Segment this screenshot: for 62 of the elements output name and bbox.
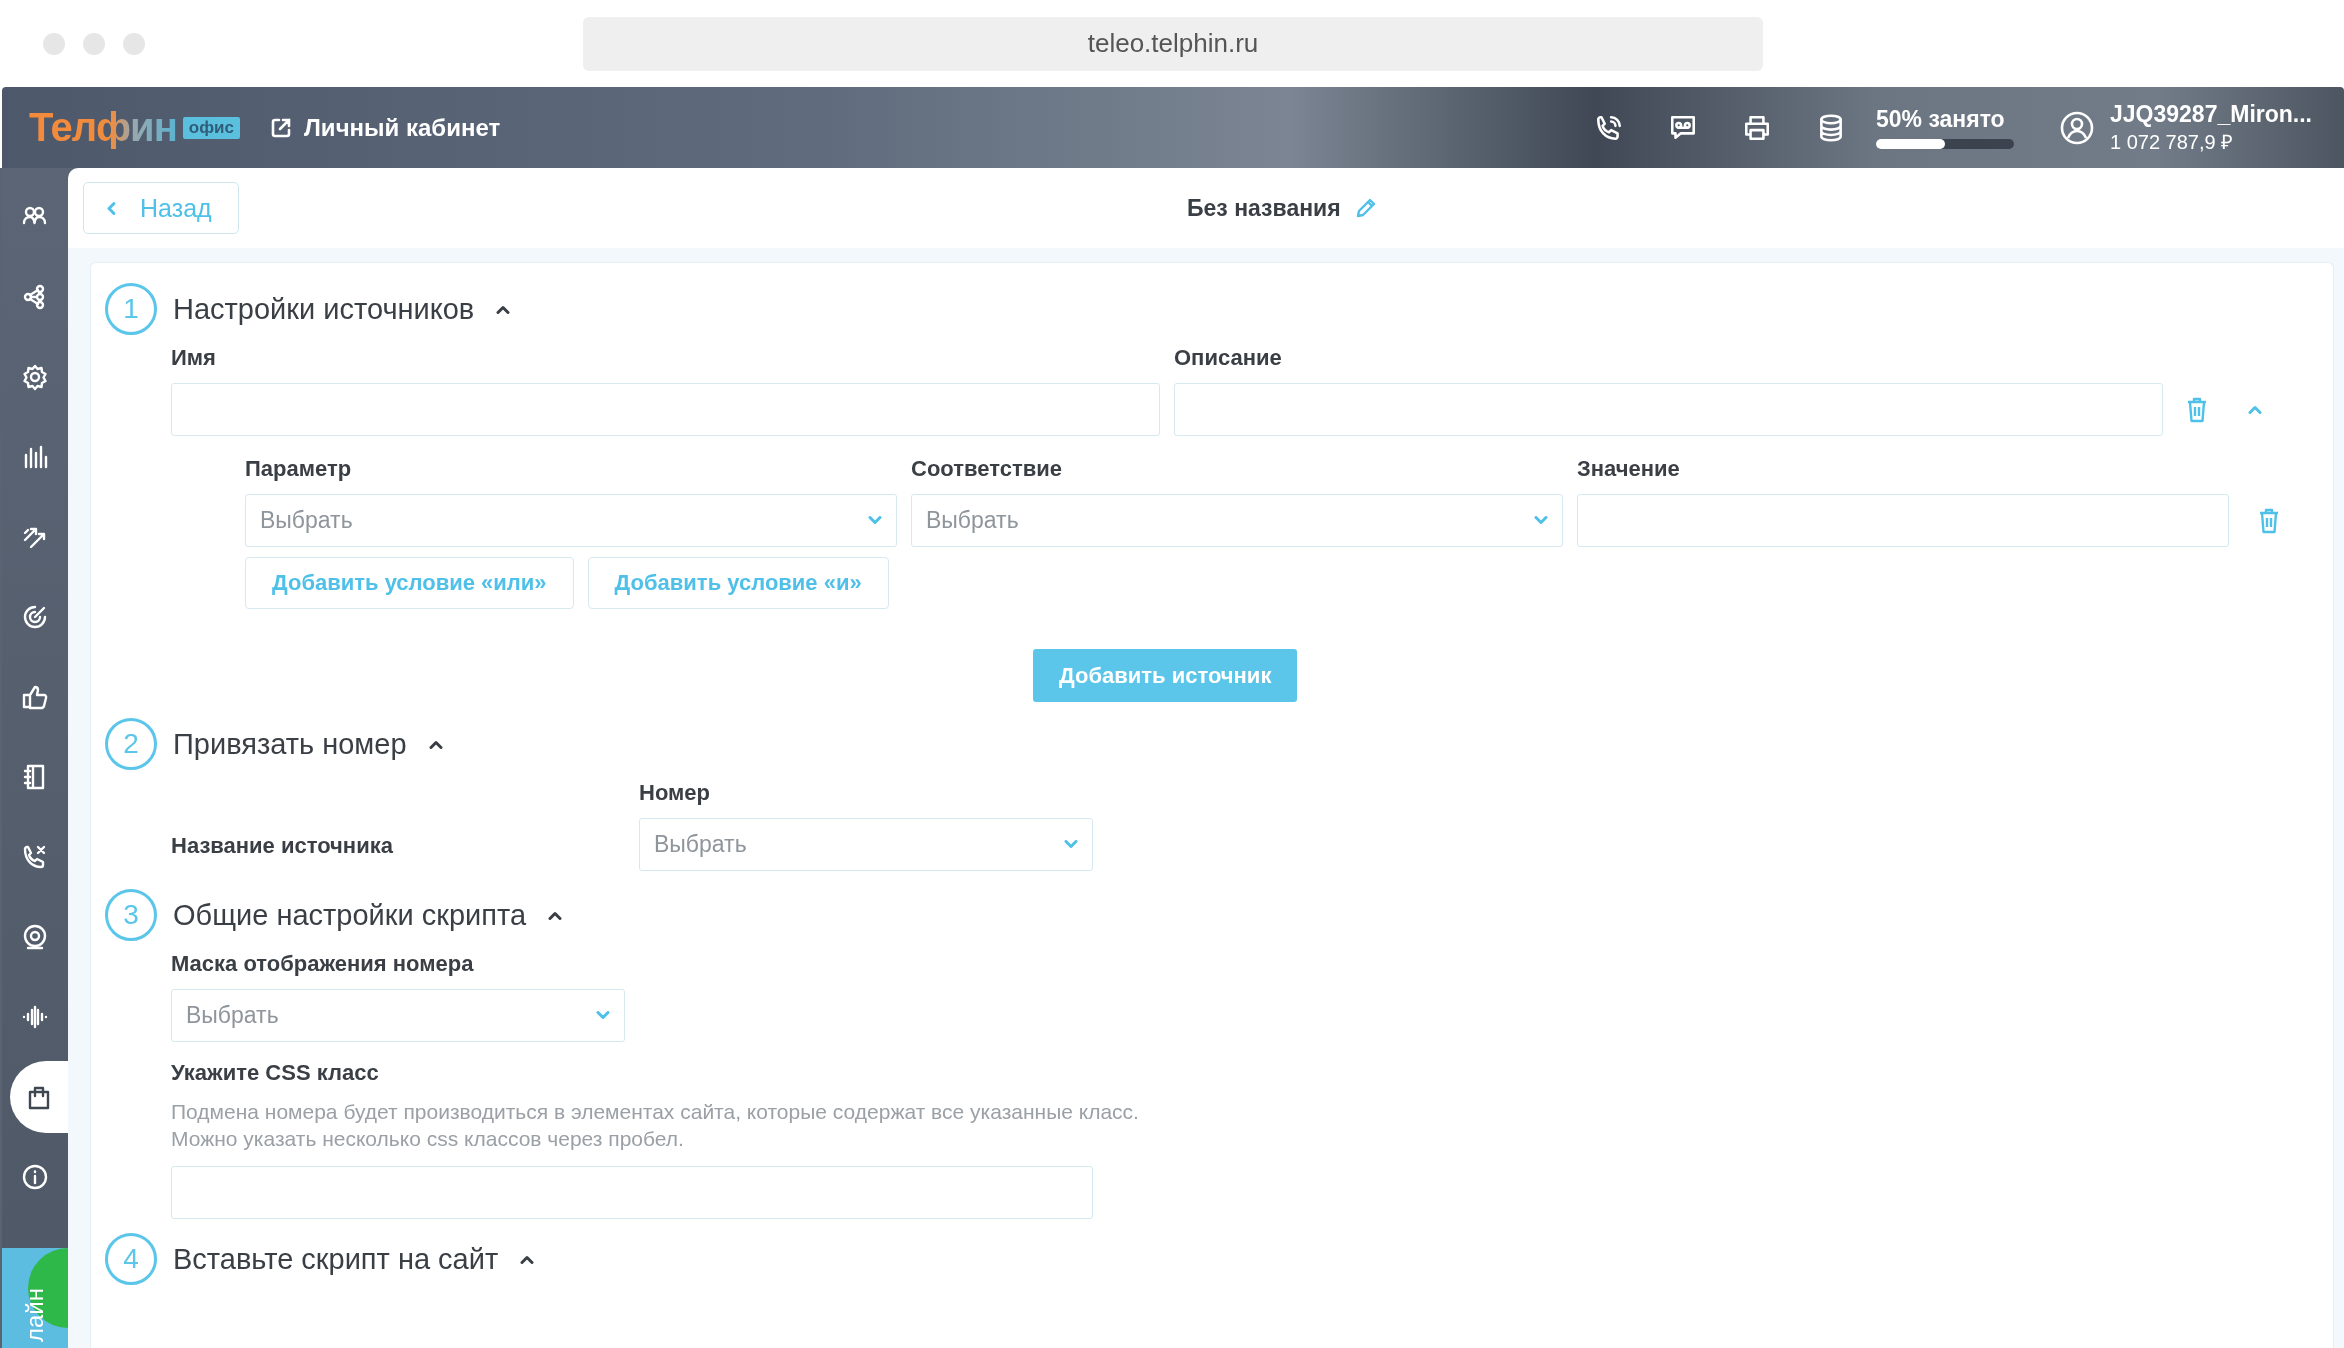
info-icon: [21, 1163, 49, 1191]
field-label: Описание: [1174, 345, 1283, 371]
select-field[interactable]: Выбрать: [639, 818, 1093, 871]
field-label: Маска отображения номера: [171, 951, 475, 977]
add-source-button[interactable]: Добавить источник: [1033, 649, 1298, 702]
section-title: Привязать номер: [173, 727, 407, 761]
account-name[interactable]: JJQ39287_Miron...: [2110, 100, 2312, 128]
thumbs-up-icon: [21, 683, 49, 711]
step-number: 4: [105, 1233, 157, 1285]
field-label: Параметр: [245, 456, 353, 482]
storage-label: 50% занято: [1876, 106, 2006, 133]
chevron-up-icon: [2248, 405, 2262, 414]
address-bar[interactable]: teleo.telphin.ru: [583, 16, 1763, 71]
chevron-up-icon: [520, 1254, 535, 1264]
input-field[interactable]: [171, 1166, 1093, 1219]
status-label: лайн: [21, 1288, 49, 1342]
section-title: Вставьте скрипт на сайт: [173, 1242, 499, 1276]
user-icon: [2060, 110, 2094, 145]
help-text: Подмена номера будет производиться в элементах сайта, которые содержат все указанные класс.: [171, 1099, 1140, 1125]
pencil-icon: [1354, 197, 1377, 219]
field-label: Название источника: [171, 833, 394, 859]
logo-badge: офис: [182, 116, 241, 139]
chevron-down-icon: [868, 516, 882, 525]
cabinet-link[interactable]: Личный кабинет: [270, 113, 501, 142]
trash-icon: [2258, 507, 2280, 534]
field-label: Соответствие: [911, 456, 1063, 482]
step-number: 3: [105, 889, 157, 941]
field-label: Номер: [639, 780, 711, 806]
input-field[interactable]: [1577, 494, 2229, 547]
external-link-icon: [270, 116, 293, 139]
chevron-down-icon: [1064, 840, 1078, 849]
input-field[interactable]: [171, 383, 1160, 436]
select-field[interactable]: Выбрать: [245, 494, 897, 547]
step-number: 1: [105, 283, 157, 335]
back-button[interactable]: Назад: [83, 182, 239, 234]
section-title: Настройки источников: [173, 292, 475, 326]
gear-icon: [21, 363, 49, 391]
sound-wave-icon: [21, 1003, 49, 1031]
chevron-down-icon: [596, 1011, 610, 1020]
section-title: Общие настройки скрипта: [173, 898, 527, 932]
page-title: Без названия: [1187, 194, 1341, 222]
help-text: Можно указать несколько css классов через пробел.: [171, 1126, 685, 1152]
add-condition-button[interactable]: Добавить условие «или»: [245, 557, 574, 609]
add-condition-button[interactable]: Добавить условие «и»: [587, 557, 889, 609]
select-field[interactable]: Выбрать: [171, 989, 625, 1042]
chevron-left-icon: [106, 201, 116, 215]
webcam-icon: [21, 923, 49, 951]
chevron-up-icon: [548, 910, 563, 920]
account-balance: 1 072 787,9 ₽: [2110, 129, 2235, 155]
chevron-up-icon: [496, 304, 511, 314]
field-label: Имя: [171, 345, 217, 371]
chevron-down-icon: [1534, 516, 1548, 525]
select-field[interactable]: Выбрать: [911, 494, 1563, 547]
gauge-icon: [21, 603, 49, 631]
field-label: Значение: [1577, 456, 1681, 482]
chevron-up-icon: [428, 739, 443, 749]
input-field[interactable]: [1174, 383, 2163, 436]
step-number: 2: [105, 718, 157, 770]
status-tab[interactable]: лайн: [2, 1248, 68, 1348]
field-label: Укажите CSS класс: [171, 1060, 380, 1086]
sidebar-item[interactable]: [10, 1061, 68, 1133]
trash-icon: [2186, 396, 2208, 423]
